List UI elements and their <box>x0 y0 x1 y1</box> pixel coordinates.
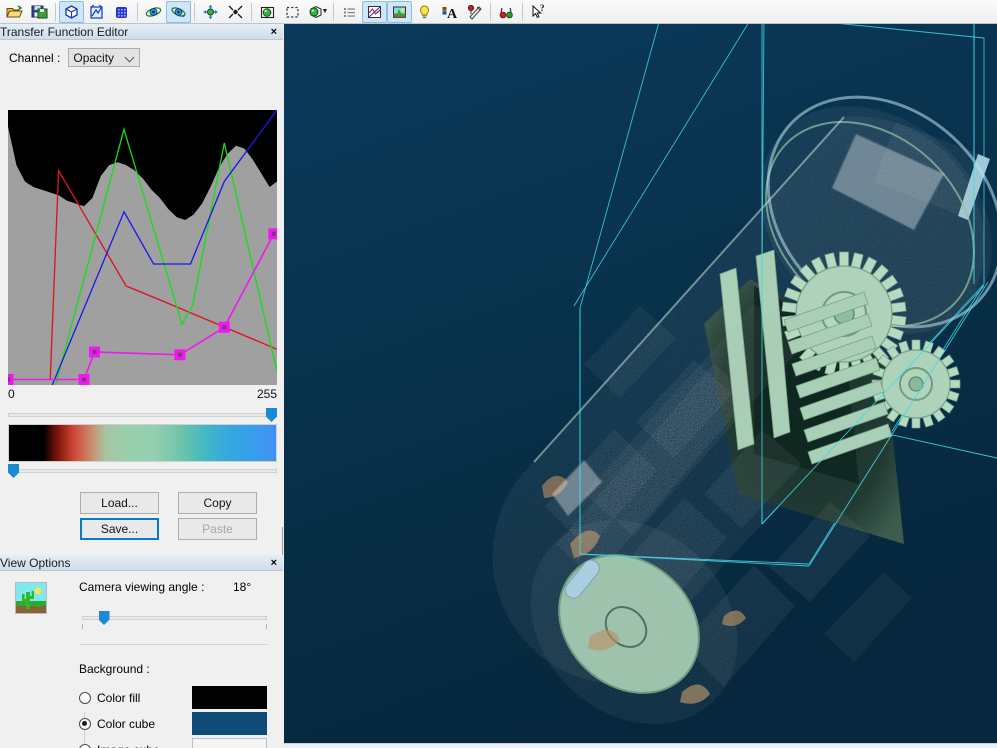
slider-knob-max[interactable] <box>266 408 277 422</box>
transfer-function-editor-titlebar: Transfer Function Editor × <box>0 24 283 40</box>
chevron-down-icon <box>126 53 135 62</box>
volume-render-viewport[interactable] <box>284 24 997 748</box>
load-button[interactable]: Load... <box>80 492 159 514</box>
channel-label: Channel : <box>9 50 61 65</box>
toolbar-separator <box>522 2 523 21</box>
lightbulb-icon[interactable] <box>412 1 437 23</box>
view-options-titlebar: View Options × <box>0 555 283 571</box>
radio-indicator <box>79 744 91 748</box>
radio-label: Image cube <box>97 743 160 748</box>
list-view-icon[interactable] <box>337 1 362 23</box>
svg-text:A: A <box>447 7 458 20</box>
slider-track <box>8 413 277 417</box>
close-icon[interactable]: × <box>271 24 277 39</box>
color-fill-swatch[interactable] <box>192 686 267 709</box>
view-options-icon[interactable] <box>387 0 412 23</box>
divider <box>79 644 267 645</box>
toolbar-separator <box>137 2 138 21</box>
transfer-function-plot <box>8 110 277 385</box>
toolbar-separator <box>55 2 56 21</box>
panel-title-text: Transfer Function Editor <box>0 25 129 39</box>
opacity-control-point-center <box>92 350 97 354</box>
volume-cube-icon[interactable] <box>59 0 84 23</box>
graph-axis-labels: 0 255 <box>8 387 277 401</box>
point-cloud-icon[interactable] <box>109 1 134 23</box>
channel-select[interactable]: Opacity <box>68 48 141 67</box>
close-icon[interactable]: × <box>271 555 277 570</box>
stereo-glasses-icon[interactable] <box>494 1 519 23</box>
paste-button: Paste <box>178 518 257 540</box>
status-bar <box>284 743 997 748</box>
radio-color-fill[interactable]: Color fill <box>79 691 140 705</box>
slider-track <box>8 469 277 473</box>
toolbar-separator <box>490 2 491 21</box>
axis-min-label: 0 <box>8 387 15 401</box>
radio-indicator <box>79 692 91 704</box>
help-cursor-icon[interactable]: ? <box>526 1 551 23</box>
range-slider-max[interactable] <box>8 408 277 422</box>
save-button[interactable]: Save... <box>80 518 159 540</box>
bounding-box-icon[interactable] <box>255 1 280 23</box>
slider-knob-min[interactable] <box>8 464 19 478</box>
panel-title-text: View Options <box>0 556 71 570</box>
color-text-icon[interactable]: A <box>437 1 462 23</box>
measure-tool-icon[interactable] <box>462 1 487 23</box>
camera-angle-slider-knob[interactable] <box>98 611 110 625</box>
transfer-function-editor-panel: Transfer Function Editor × Channel : Opa… <box>0 24 283 540</box>
slider-track <box>82 616 267 620</box>
radio-label: Color cube <box>97 717 156 731</box>
clip-cube-icon[interactable]: ▼ <box>305 1 330 23</box>
transfer-function-icon[interactable] <box>362 0 387 23</box>
radio-image-cube[interactable]: Image cube <box>79 743 160 748</box>
main-toolbar: ▼ A ? <box>0 0 997 24</box>
landscape-cactus-icon[interactable] <box>15 582 47 614</box>
opacity-control-point-center <box>271 231 276 236</box>
selection-marquee-icon[interactable] <box>280 1 305 23</box>
background-label: Background : <box>79 662 150 676</box>
color-cube-swatch[interactable] <box>192 712 267 735</box>
camera-angle-value: 18° <box>233 580 252 594</box>
camera-angle-label: Camera viewing angle : <box>79 580 205 594</box>
left-panel-column: Transfer Function Editor × Channel : Opa… <box>0 24 283 748</box>
radio-color-cube[interactable]: Color cube <box>79 717 155 731</box>
eye-rotate-icon[interactable] <box>166 0 191 23</box>
channel-select-value: Opacity <box>73 50 115 65</box>
opacity-control-point-center <box>82 377 86 382</box>
toolbar-separator <box>251 2 252 21</box>
eye-orbit-icon[interactable] <box>141 1 166 23</box>
color-gradient-preview[interactable] <box>8 424 277 462</box>
radio-label: Color fill <box>97 691 141 705</box>
opacity-control-point-center <box>222 325 227 330</box>
save-file-icon[interactable] <box>27 1 52 23</box>
toolbar-separator <box>333 2 334 21</box>
transfer-function-graph[interactable] <box>8 110 277 385</box>
toolbar-separator <box>194 2 195 21</box>
axis-max-label: 255 <box>256 387 277 401</box>
channel-row: Channel : Opacity <box>9 48 141 67</box>
radio-indicator <box>79 718 91 730</box>
copy-button[interactable]: Copy <box>178 492 257 514</box>
range-slider-min[interactable] <box>8 464 277 478</box>
svg-text:?: ? <box>540 4 545 13</box>
camera-angle-slider[interactable] <box>82 611 267 625</box>
move-axes-icon[interactable] <box>198 1 223 23</box>
opacity-control-point-center <box>177 352 182 357</box>
opacity-control-point-center <box>8 377 10 382</box>
open-file-icon[interactable] <box>2 1 27 23</box>
image-cube-swatch[interactable] <box>192 738 267 748</box>
slider-ticks <box>82 624 267 630</box>
zoom-fit-icon[interactable] <box>223 1 248 23</box>
slice-plane-icon[interactable] <box>84 1 109 23</box>
chevron-down-icon[interactable]: ▼ <box>322 8 329 15</box>
